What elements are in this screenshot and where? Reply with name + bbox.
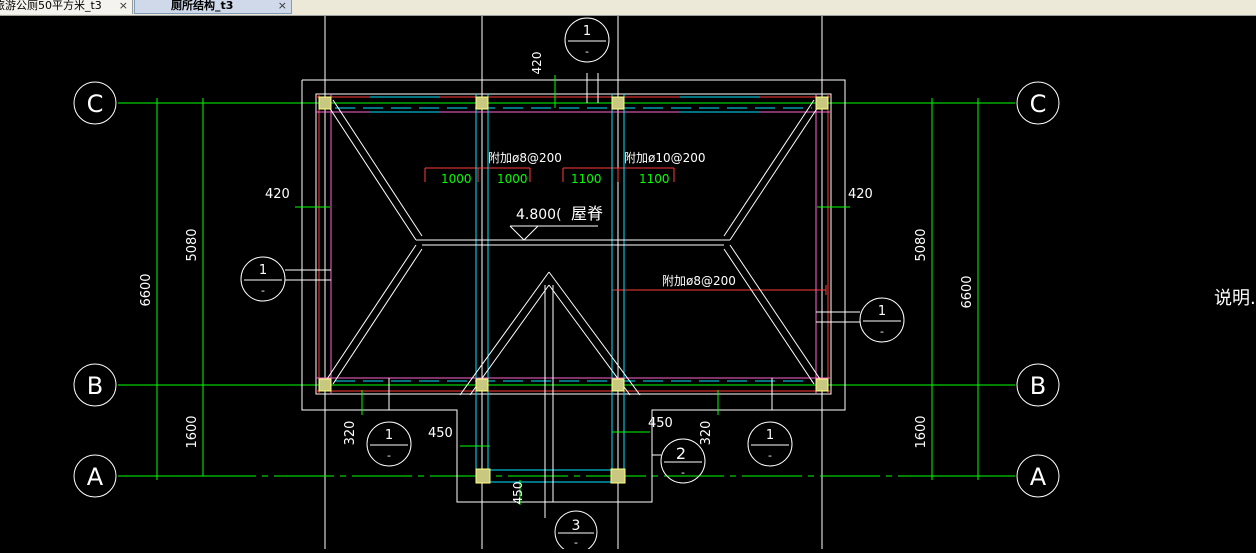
svg-text:1: 1 xyxy=(878,304,886,319)
svg-text:-: - xyxy=(574,536,578,549)
svg-text:2: 2 xyxy=(676,444,686,463)
ridge-elevation: 4.800( xyxy=(516,207,562,223)
svg-text:C: C xyxy=(1030,90,1047,118)
drawing-tab-bar: 旅游公厕50平方米_t3 × 厕所结构_t3 × xyxy=(0,0,1256,16)
rebar-seg-1100b: 1100 xyxy=(639,172,670,186)
rebar-seg-1000a: 1000 xyxy=(441,172,472,186)
svg-text:1: 1 xyxy=(583,24,591,39)
dim-porch-left-450: 450 xyxy=(428,426,453,441)
svg-text:A: A xyxy=(1030,463,1047,491)
dim-porch-bottom-450: 450 xyxy=(511,482,525,505)
dim-right-1600: 1600 xyxy=(914,415,929,448)
dim-left-5080: 5080 xyxy=(185,228,200,261)
svg-text:1: 1 xyxy=(259,263,267,278)
dim-left-6600: 6600 xyxy=(139,273,154,306)
notes-label: 说明. xyxy=(1214,288,1256,309)
svg-text:1: 1 xyxy=(766,428,774,443)
svg-text:-: - xyxy=(585,45,589,58)
svg-text:-: - xyxy=(768,449,772,462)
cad-drawing-canvas[interactable]: 6600 5080 1600 5080 6600 1600 420 420 42… xyxy=(0,16,1256,553)
rebar-label-mid: 附加ø10@200 xyxy=(624,151,706,165)
ridge-label: 屋脊 xyxy=(571,204,603,223)
close-icon[interactable]: × xyxy=(278,0,287,12)
svg-text:B: B xyxy=(1030,372,1046,400)
svg-text:B: B xyxy=(87,372,103,400)
svg-text:-: - xyxy=(880,325,884,338)
dim-porch-right-450: 450 xyxy=(648,416,673,431)
dim-top-420: 420 xyxy=(530,52,544,75)
svg-text:-: - xyxy=(387,449,391,462)
dim-right-420: 420 xyxy=(848,187,873,202)
svg-text:-: - xyxy=(261,284,265,297)
tab-label: 旅游公厕50平方米_t3 xyxy=(0,0,102,12)
svg-text:3: 3 xyxy=(572,518,581,534)
dim-right-6600: 6600 xyxy=(960,275,975,308)
rebar-label-right: 附加ø8@200 xyxy=(662,274,736,288)
svg-text:C: C xyxy=(87,90,104,118)
rebar-seg-1100a: 1100 xyxy=(571,172,602,186)
close-icon[interactable]: × xyxy=(119,0,128,12)
svg-text:-: - xyxy=(681,466,685,479)
roof-structure-plan: 6600 5080 1600 5080 6600 1600 420 420 42… xyxy=(0,16,1256,553)
dim-right-5080: 5080 xyxy=(914,228,929,261)
rebar-seg-1000b: 1000 xyxy=(497,172,528,186)
dim-left-420: 420 xyxy=(265,187,290,202)
svg-text:A: A xyxy=(87,463,104,491)
tab-label: 厕所结构_t3 xyxy=(171,0,234,12)
rebar-label-left: 附加ø8@200 xyxy=(488,151,562,165)
dim-bottom-left-320: 320 xyxy=(343,421,358,446)
dim-bottom-right-320: 320 xyxy=(699,421,714,446)
dim-left-1600: 1600 xyxy=(185,415,200,448)
svg-text:1: 1 xyxy=(385,428,393,443)
tab-public-toilet-drawing[interactable]: 旅游公厕50平方米_t3 × xyxy=(0,0,133,14)
tab-toilet-structure-drawing[interactable]: 厕所结构_t3 × xyxy=(134,0,292,14)
